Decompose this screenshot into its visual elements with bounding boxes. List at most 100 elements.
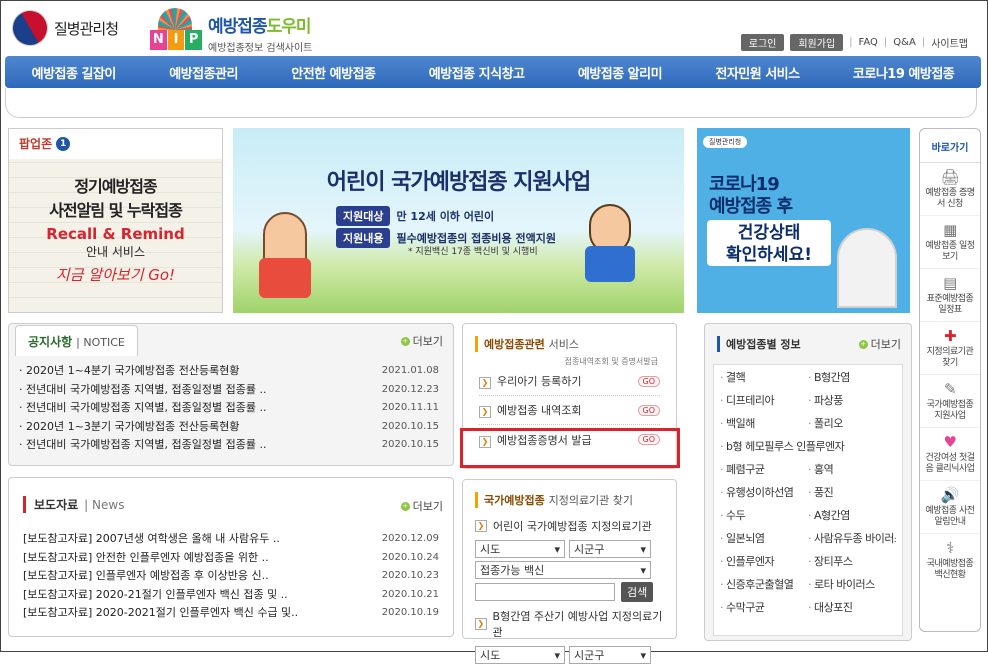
- site-logo[interactable]: N I P 예방접종도우미 예방접종정보 검색사이트: [150, 8, 312, 54]
- nav-item-safety[interactable]: 안전한 예방접종: [291, 63, 376, 82]
- doctor-illustration: [837, 228, 897, 308]
- vaccine-item[interactable]: 풍진: [808, 484, 896, 507]
- service-title: 예방접종관련 서비스: [475, 336, 676, 352]
- banner-note: * 지원백신 17종 백신비 및 시행비: [408, 247, 538, 257]
- vaccine-item[interactable]: 사람유두종 바이러스: [808, 530, 896, 553]
- press-item[interactable]: [보도참고자료] 안전한 인플루엔자 예방접종을 위한 .. 2020.10.24: [23, 549, 439, 568]
- main-banner[interactable]: 어린이 국가예방접종 지원사업 지원대상 만 12세 이하 어린이 지원내용 필…: [233, 128, 684, 313]
- vaccine-item[interactable]: 디프테리아: [720, 392, 808, 415]
- vaccine-item[interactable]: 폐렴구균: [720, 461, 808, 484]
- quick-menu: 바로가기 🖨 예방접종 증명서 신청 ▦ 예방접종 일정보기 ▤ 표준예방접종 일정표…: [919, 128, 981, 632]
- clinic-search-button[interactable]: 검색: [621, 582, 654, 602]
- nav-item-management[interactable]: 예방접종관리: [169, 63, 238, 82]
- vaccine-item[interactable]: 신증후군출혈열: [720, 576, 808, 599]
- schedule-icon: ▤: [943, 274, 957, 292]
- site-subtitle: 예방접종정보 검색사이트: [208, 43, 313, 54]
- clinic-sub-hepb[interactable]: ❯ B형간염 주산기 예방사업 지정의료기관: [475, 608, 664, 640]
- banner-row-target: 지원대상 만 12세 이하 어린이: [336, 206, 494, 226]
- notice-item[interactable]: · 전년대비 국가예방접종 지역별, 접종일정별 접종률 .. 2020.12.2…: [19, 381, 439, 400]
- qna-link[interactable]: Q&A: [893, 37, 916, 48]
- service-register-baby[interactable]: ❯ 우리아기 등록하기 GO: [479, 367, 660, 396]
- vaccine-item[interactable]: 장티푸스: [808, 553, 896, 576]
- vaccine-info-more-link[interactable]: + 더보기: [858, 336, 901, 352]
- notice-item[interactable]: · 전년대비 국가예방접종 지역별, 접종일정별 접종률 .. 2020.10.1…: [19, 436, 439, 455]
- highlight-box: [460, 428, 680, 468]
- tab-notice[interactable]: 공지사항 | NOTICE: [15, 325, 138, 356]
- quick-item-find-clinic[interactable]: ✚ 지정의료기관 찾기: [920, 322, 980, 375]
- nav-item-alerts[interactable]: 예방접종 알리미: [578, 63, 663, 82]
- vaccine-item[interactable]: 홍역: [808, 461, 896, 484]
- press-item[interactable]: [보도참고자료] 2020-2021절기 인플루엔자 백신 수급 및.. 2020…: [23, 604, 439, 623]
- sigungu-select[interactable]: 시군구 ▾: [569, 540, 651, 558]
- covid-banner[interactable]: 질병관리청 코로나19 예방접종 후 건강상태 확인하세요!: [697, 128, 910, 313]
- clinic-search-input[interactable]: [475, 583, 615, 601]
- printer-icon: 🖨: [940, 168, 960, 186]
- go-button[interactable]: GO: [637, 404, 660, 416]
- vaccine-item[interactable]: 결핵: [720, 369, 808, 392]
- go-button[interactable]: GO: [637, 375, 660, 387]
- vaccine-item[interactable]: 인플루엔자: [720, 553, 808, 576]
- press-item[interactable]: [보도참고자료] 2007년생 여학생은 올해 내 사람유두 .. 2020.12…: [23, 530, 439, 549]
- nip-letter-p: P: [185, 30, 203, 50]
- popup-zone[interactable]: 팝업존 1 정기예방접종 사전알림 및 누락접종 Recall & Remind…: [8, 128, 223, 313]
- vaccine-select[interactable]: 접종가능 백신 ▾: [475, 561, 651, 579]
- vaccine-item[interactable]: 폴리오: [808, 415, 896, 438]
- nav-item-e-service[interactable]: 전자민원 서비스: [715, 63, 800, 82]
- notice-item[interactable]: · 2020년 1~4분기 국가예방접종 전산등록현황 2021.01.08: [19, 362, 439, 381]
- vaccine-item[interactable]: 대상포진: [808, 599, 896, 622]
- service-subtitle: 접종내역조회 및 증명서발급: [564, 357, 658, 366]
- banner-title: 어린이 국가예방접종 지원사업: [326, 170, 591, 195]
- quick-item-standard-schedule[interactable]: ▤ 표준예방접종 일정표: [920, 269, 980, 322]
- service-history-lookup[interactable]: ❯ 예방접종 내역조회 GO: [479, 396, 660, 425]
- vaccine-item[interactable]: B형간염: [808, 369, 896, 392]
- utility-nav: 로그인 회원가입 | FAQ | Q&A | 사이트맵: [740, 34, 968, 51]
- faq-link[interactable]: FAQ: [859, 37, 878, 48]
- notice-item[interactable]: · 전년대비 국가예방접종 지역별, 접종일정별 접종률 .. 2020.11.1…: [19, 399, 439, 418]
- vaccine-item[interactable]: b형 헤모필루스 인플루엔자: [720, 438, 896, 461]
- clinic-icon: ♥: [943, 433, 957, 451]
- press-item[interactable]: [보도참고자료] 인플루엔자 예방접종 후 이상반응 신.. 2020.10.23: [23, 567, 439, 586]
- chevron-down-icon: ▾: [640, 648, 646, 662]
- vaccine-list: 결핵B형간염디프테리아파상풍백일해폴리오b형 헤모필루스 인플루엔자폐렴구균홍역…: [713, 364, 903, 636]
- vaccine-item[interactable]: 로타 바이러스: [808, 576, 896, 599]
- sigungu-select-2[interactable]: 시군구 ▾: [569, 646, 651, 664]
- quick-item-alert[interactable]: 🔊 예방접종 사전알림안내: [920, 481, 980, 534]
- quick-item-certificate[interactable]: 🖨 예방접종 증명서 신청: [920, 163, 980, 216]
- popup-line: Recall & Remind: [46, 225, 185, 243]
- join-button[interactable]: 회원가입: [790, 34, 844, 51]
- press-more-link[interactable]: + 더보기: [400, 498, 443, 514]
- clinic-title: 국가예방접종 지정의료기관 찾기: [475, 492, 676, 508]
- vaccine-item[interactable]: 일본뇌염: [720, 530, 808, 553]
- tab-press[interactable]: 보도자료 | News: [23, 496, 124, 513]
- popup-line: 정기예방접종: [74, 177, 157, 196]
- notice-more-link[interactable]: + 더보기: [400, 333, 443, 349]
- nav-item-guide[interactable]: 예방접종 길잡이: [32, 63, 117, 82]
- login-button[interactable]: 로그인: [740, 34, 785, 51]
- vaccine-item[interactable]: 백일해: [720, 415, 808, 438]
- clinic-finder-panel: 국가예방접종 지정의료기관 찾기 ❯ 어린이 국가예방접종 지정의료기관 시도 ▾ …: [462, 479, 677, 664]
- sitemap-link[interactable]: 사이트맵: [931, 35, 968, 50]
- quick-item-schedule[interactable]: ▦ 예방접종 일정보기: [920, 216, 980, 269]
- document-icon: ✎: [943, 380, 957, 398]
- kdca-logo[interactable]: 질병관리청: [5, 3, 119, 53]
- sido-select-2[interactable]: 시도 ▾: [475, 646, 565, 664]
- sido-select[interactable]: 시도 ▾: [475, 540, 565, 558]
- press-item[interactable]: [보도참고자료] 2020-21절기 인플루엔자 백신 접종 및 .. 2020.…: [23, 586, 439, 605]
- popup-line: 안내 서비스: [85, 245, 145, 259]
- vaccine-item[interactable]: 파상풍: [808, 392, 896, 415]
- notice-item[interactable]: · 2020년 1~3분기 국가예방접종 전산등록현황 2020.10.15: [19, 418, 439, 437]
- popup-count-badge[interactable]: 1: [56, 136, 71, 151]
- vaccine-item[interactable]: 수두: [720, 507, 808, 530]
- vaccine-item[interactable]: A형간염: [808, 507, 896, 530]
- nav-item-covid19[interactable]: 코로나19 예방접종: [853, 63, 955, 82]
- popup-banner-recall[interactable]: 정기예방접종 사전알림 및 누락접종 Recall & Remind 안내 서비…: [9, 159, 222, 312]
- popup-go-link[interactable]: 지금 알아보기 Go!: [9, 264, 222, 285]
- quick-item-women-clinic[interactable]: ♥ 건강여성 첫걸음 클리닉사업: [920, 428, 980, 481]
- vaccine-item[interactable]: 수막구균: [720, 599, 808, 622]
- vaccine-item[interactable]: 유행성이하선염: [720, 484, 808, 507]
- clinic-sub-children[interactable]: ❯ 어린이 국가예방접종 지정의료기관: [475, 518, 664, 534]
- quick-item-vaccine-status[interactable]: ⚕ 국내예방접종 백신현황: [920, 534, 980, 586]
- nav-item-knowledge[interactable]: 예방접종 지식창고: [429, 63, 525, 82]
- chevron-right-icon: ❯: [479, 406, 491, 418]
- quick-item-support[interactable]: ✎ 국가예방접종 지원사업: [920, 375, 980, 428]
